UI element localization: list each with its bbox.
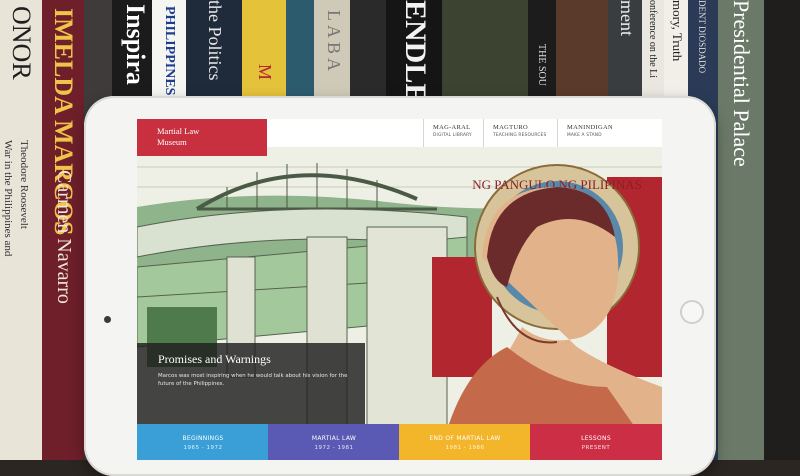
- tab-end-of-martial-law[interactable]: END OF MARTIAL LAW 1981 - 1986: [399, 424, 531, 460]
- tab-label: MARTIAL LAW: [311, 435, 357, 442]
- logo-text: Martial Law Museum: [157, 126, 200, 147]
- book-title: Carmen Navarro: [53, 170, 75, 304]
- book-spine: [764, 0, 800, 460]
- book-title: DENT DIOSDADO: [697, 0, 707, 74]
- nav-item-magturo[interactable]: MAGTURO TEACHING RESOURCES: [483, 119, 557, 147]
- site-logo[interactable]: Martial Law Museum: [137, 119, 267, 156]
- hero-text: Marcos was most inspiring when he would …: [158, 373, 348, 387]
- tab-years: 1972 - 1981: [314, 445, 354, 451]
- nav-sublabel: MAKE A STAND: [567, 133, 602, 138]
- book-title: ONOR: [7, 6, 36, 80]
- nav-sublabel: TEACHING RESOURCES: [493, 133, 547, 138]
- tablet-screen: NG PANGULO NG PILIPINAS MAG-ARAL DIGITAL…: [137, 119, 662, 460]
- nav-label: MAGTURO: [493, 124, 528, 131]
- nav-label: MANINDIGAN: [567, 124, 613, 131]
- tab-lessons[interactable]: LESSONS PRESENT: [530, 424, 662, 460]
- book-title: M: [255, 64, 275, 81]
- tab-beginnings[interactable]: BEGINNINGS 1965 - 1972: [137, 424, 269, 460]
- book-title: onference on the Li: [647, 0, 658, 79]
- nav-item-manindigan[interactable]: MANINDIGAN MAKE A STAND: [557, 119, 662, 147]
- camera-icon: [104, 316, 111, 323]
- nav-label: MAG-ARAL: [433, 124, 471, 131]
- book-title: Inspira: [121, 4, 150, 85]
- tab-years: 1965 - 1972: [183, 445, 223, 451]
- tab-label: LESSONS: [581, 435, 611, 442]
- book-title: Presidential Palace: [729, 0, 754, 167]
- tab-label: BEGINNINGS: [182, 435, 224, 442]
- tab-years: PRESENT: [581, 445, 611, 451]
- book-title: PHILIPPINES: [162, 6, 177, 96]
- book-title: ment: [617, 0, 637, 36]
- home-button[interactable]: [680, 300, 704, 324]
- nav-sublabel: DIGITAL LIBRARY: [433, 133, 472, 138]
- hero-title: Promises and Warnings: [158, 352, 271, 366]
- nav-item-mag-aral[interactable]: MAG-ARAL DIGITAL LIBRARY: [423, 119, 483, 147]
- book-title: Theodore Roosevelt: [18, 140, 30, 229]
- tab-years: 1981 - 1986: [445, 445, 485, 451]
- book-spine: Presidential Palace: [718, 0, 764, 460]
- book-spine: ONOR War in the Philippines and Theodore…: [0, 0, 42, 460]
- era-tabs: BEGINNINGS 1965 - 1972 MARTIAL LAW 1972 …: [137, 424, 662, 460]
- book-title: War in the Philippines and: [2, 140, 14, 257]
- book-title: mory, Truth: [670, 0, 685, 62]
- book-title: the Politics: [205, 0, 225, 81]
- book-spine: IMELDA MARCOS Carmen Navarro: [42, 0, 84, 460]
- tab-martial-law[interactable]: MARTIAL LAW 1972 - 1981: [268, 424, 400, 460]
- book-title: LABA: [324, 10, 344, 75]
- tab-label: END OF MARTIAL LAW: [429, 435, 501, 442]
- hero-caption: Promises and Warnings Marcos was most in…: [137, 343, 365, 424]
- book-title: THE SOU: [536, 44, 547, 86]
